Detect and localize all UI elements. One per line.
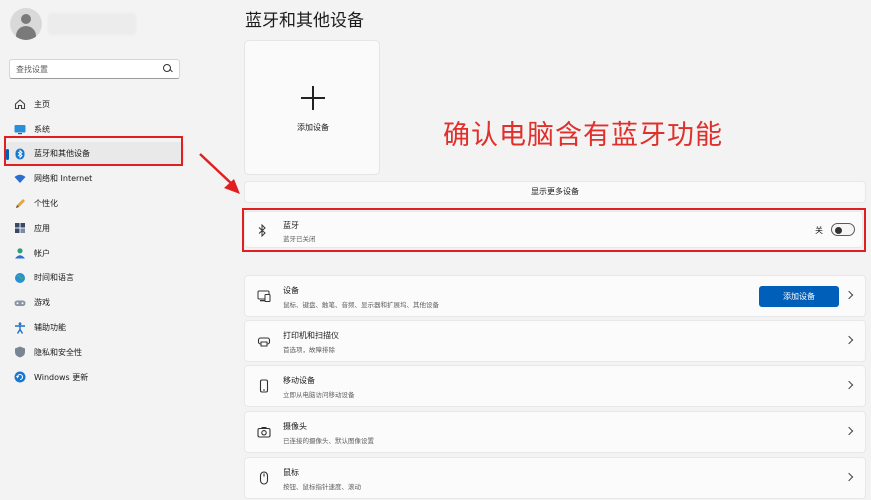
sidebar-item-system[interactable]: 系统 [6, 117, 184, 142]
sidebar-item-apps[interactable]: 应用 [6, 216, 184, 241]
sidebar-item-accounts[interactable]: 帐户 [6, 241, 184, 266]
sidebar-item-label: Windows 更新 [34, 372, 89, 382]
bluetooth-row: 蓝牙 蓝牙已关闭 关 [244, 211, 863, 248]
bluetooth-status: 蓝牙已关闭 [283, 235, 316, 243]
devices-row[interactable]: 设备 鼠标、键盘、触笔、音频、显示器和扩展坞、其他设备 添加设备 [244, 275, 866, 317]
plus-icon [301, 86, 325, 110]
bluetooth-icon [258, 224, 266, 237]
show-more-devices-link[interactable]: 显示更多设备 [244, 181, 866, 203]
chevron-right-icon[interactable] [844, 380, 854, 390]
wifi-icon [14, 173, 26, 185]
sidebar-item-label: 隐私和安全性 [34, 347, 82, 357]
printers-row[interactable]: 打印机和扫描仪 首选项，故障排除 [244, 320, 866, 362]
search-input[interactable] [16, 64, 163, 74]
active-indicator [6, 148, 9, 160]
row-title: 设备 [283, 286, 299, 295]
row-subtitle: 鼠标、键盘、触笔、音频、显示器和扩展坞、其他设备 [283, 301, 439, 309]
sidebar-item-time-language[interactable]: 时间和语言 [6, 266, 184, 291]
chevron-right-icon[interactable] [844, 335, 854, 345]
sidebar: 主页 系统 蓝牙和其他设备 网络和 Internet 个性化 [0, 0, 190, 500]
row-subtitle: 立即从电脑访问移动设备 [283, 391, 355, 399]
sidebar-item-label: 时间和语言 [34, 273, 74, 283]
sidebar-item-network[interactable]: 网络和 Internet [6, 166, 184, 191]
gamepad-icon [14, 297, 26, 309]
sidebar-item-label: 个性化 [34, 199, 58, 209]
shield-icon [14, 346, 26, 358]
annotation-arrow [199, 153, 240, 194]
sidebar-item-label: 帐户 [34, 248, 50, 258]
sidebar-item-gaming[interactable]: 游戏 [6, 290, 184, 315]
sidebar-item-privacy[interactable]: 隐私和安全性 [6, 340, 184, 365]
bluetooth-title: 蓝牙 [283, 221, 299, 230]
apps-icon [14, 222, 26, 234]
row-title: 打印机和扫描仪 [283, 331, 339, 340]
account-icon [14, 247, 26, 259]
camera-row[interactable]: 摄像头 已连接的摄像头、默认图像设置 [244, 411, 866, 453]
bluetooth-icon [14, 148, 26, 160]
toggle-knob [835, 226, 842, 234]
username-redacted [48, 13, 136, 35]
add-device-label: 添加设备 [297, 123, 329, 132]
sidebar-item-label: 应用 [34, 223, 50, 233]
sidebar-item-home[interactable]: 主页 [6, 92, 184, 117]
sidebar-nav: 主页 系统 蓝牙和其他设备 网络和 Internet 个性化 应用 帐户 时间和… [6, 92, 184, 390]
avatar[interactable] [10, 8, 42, 40]
row-title: 摄像头 [283, 422, 307, 431]
sidebar-item-windows-update[interactable]: Windows 更新 [6, 365, 184, 390]
add-device-card[interactable]: 添加设备 [244, 40, 380, 175]
sidebar-item-personalization[interactable]: 个性化 [6, 191, 184, 216]
page-title: 蓝牙和其他设备 [245, 11, 364, 31]
bluetooth-toggle[interactable] [831, 223, 855, 236]
toggle-state-label: 关 [815, 226, 823, 235]
sidebar-item-label: 网络和 Internet [34, 174, 93, 184]
update-icon [14, 371, 26, 383]
sidebar-item-label: 辅助功能 [34, 323, 66, 333]
row-subtitle: 按钮、鼠标指针速度、滚动 [283, 483, 361, 491]
sidebar-item-label: 蓝牙和其他设备 [34, 149, 90, 159]
printer-icon [257, 334, 271, 348]
globe-icon [14, 272, 26, 284]
phone-icon [257, 379, 271, 393]
sidebar-item-label: 系统 [34, 124, 50, 134]
accessibility-icon [14, 321, 26, 334]
mouse-icon [257, 471, 271, 485]
pen-icon [14, 198, 26, 210]
mouse-row[interactable]: 鼠标 按钮、鼠标指针速度、滚动 [244, 457, 866, 499]
row-subtitle: 首选项，故障排除 [283, 346, 335, 354]
chevron-right-icon[interactable] [844, 426, 854, 436]
sidebar-item-bluetooth[interactable]: 蓝牙和其他设备 [6, 141, 184, 167]
search-box[interactable] [9, 59, 180, 79]
search-icon[interactable] [163, 64, 173, 74]
chevron-right-icon[interactable] [844, 290, 854, 300]
row-title: 移动设备 [283, 376, 315, 385]
chevron-right-icon[interactable] [844, 472, 854, 482]
monitor-icon [14, 123, 26, 135]
annotation-text: 确认电脑含有蓝牙功能 [443, 120, 723, 151]
devices-icon [257, 289, 271, 303]
sidebar-item-accessibility[interactable]: 辅助功能 [6, 315, 184, 340]
sidebar-item-label: 游戏 [34, 298, 50, 308]
row-subtitle: 已连接的摄像头、默认图像设置 [283, 437, 374, 445]
camera-icon [257, 425, 271, 439]
mobile-devices-row[interactable]: 移动设备 立即从电脑访问移动设备 [244, 365, 866, 407]
row-title: 鼠标 [283, 468, 299, 477]
home-icon [14, 98, 26, 110]
add-device-button[interactable]: 添加设备 [759, 286, 839, 307]
sidebar-item-label: 主页 [34, 99, 50, 109]
